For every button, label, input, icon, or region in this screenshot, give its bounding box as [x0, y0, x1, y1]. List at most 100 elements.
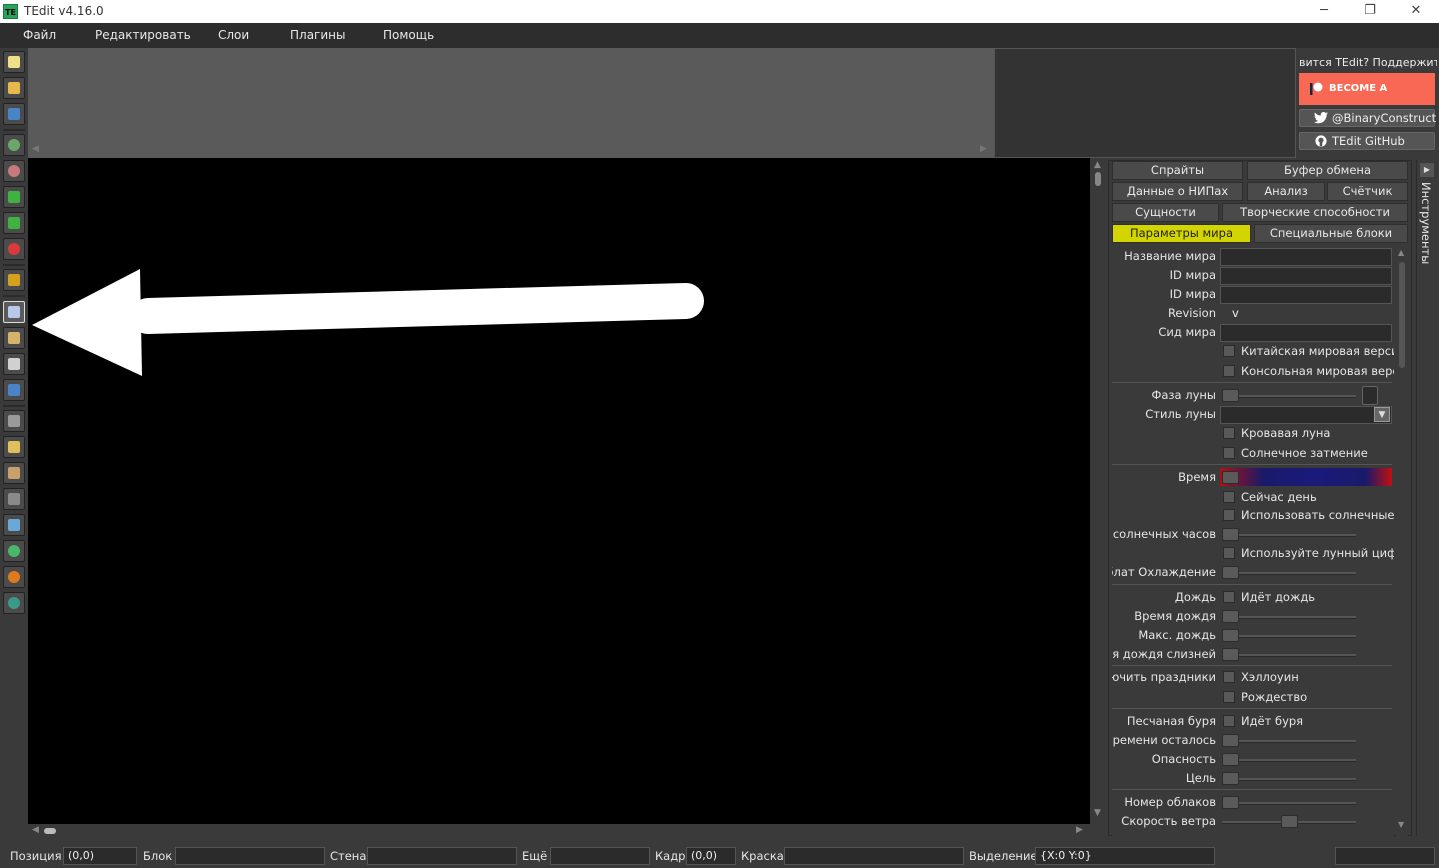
console-checkbox[interactable] [1223, 365, 1235, 377]
paste-button[interactable] [3, 327, 25, 349]
menu-plugins[interactable]: Плагины [290, 28, 345, 42]
menu-help[interactable]: Помощь [383, 28, 434, 42]
clouds-slider[interactable] [1222, 802, 1356, 805]
halloween-checkbox[interactable] [1223, 671, 1235, 683]
zoom-in-button[interactable] [3, 134, 25, 156]
tab-clipboard[interactable]: Буфер обмена [1247, 161, 1408, 180]
sprite-tool-button[interactable] [3, 566, 25, 588]
world-id2-field[interactable] [1220, 286, 1392, 304]
scroll-left-icon[interactable]: ◀ [32, 144, 39, 154]
canvas-horizontal-scrollbar[interactable]: ◀ ▶ [28, 824, 1090, 838]
slime-rain-slider[interactable] [1222, 654, 1356, 657]
time-left-slider[interactable] [1222, 740, 1356, 743]
max-rain-slider[interactable] [1222, 635, 1356, 638]
wind-thumb[interactable] [1281, 815, 1298, 828]
tab-sprites[interactable]: Спрайты [1112, 161, 1243, 180]
tab-analysis[interactable]: Анализ [1247, 182, 1325, 201]
morph-tool-button[interactable] [3, 540, 25, 562]
pencil-tool-button[interactable] [3, 436, 25, 458]
minimap[interactable] [994, 48, 1296, 158]
use-moondial-checkbox[interactable] [1223, 547, 1235, 559]
new-world-button[interactable] [3, 51, 25, 73]
selection-tool-button[interactable] [3, 379, 25, 401]
time-thumb[interactable] [1222, 471, 1239, 484]
scroll-right-icon[interactable]: ▶ [1076, 825, 1083, 835]
world-canvas[interactable] [28, 158, 1090, 824]
tab-world-properties[interactable]: Параметры мира [1112, 224, 1251, 243]
horizontal-scroll-thumb[interactable] [44, 828, 56, 834]
moon-phase-thumb[interactable] [1222, 389, 1239, 402]
eclipse-checkbox[interactable] [1223, 447, 1235, 459]
menu-layers[interactable]: Слои [218, 28, 249, 42]
blood-moon-checkbox[interactable] [1223, 427, 1235, 439]
clouds-thumb[interactable] [1222, 796, 1239, 809]
tab-counter[interactable]: Счётчик [1327, 182, 1408, 201]
patron-button[interactable]: BECOME A PATRON [1299, 73, 1435, 126]
chinese-checkbox[interactable] [1223, 345, 1235, 357]
rain-time-thumb[interactable] [1222, 610, 1239, 623]
scroll-up-icon[interactable]: ▲ [1398, 248, 1404, 257]
picker-tool-button[interactable] [3, 410, 25, 432]
tab-creative-powers[interactable]: Творческие способности [1222, 203, 1408, 222]
github-button[interactable]: TEdit GitHub [1299, 132, 1435, 150]
time-gradient-slider[interactable] [1220, 468, 1392, 486]
copy-button[interactable] [3, 301, 25, 323]
scroll-down-icon[interactable]: ▼ [1398, 820, 1404, 829]
sundial-hours-slider[interactable] [1222, 534, 1356, 537]
christmas-checkbox[interactable] [1223, 691, 1235, 703]
seed-field[interactable] [1220, 324, 1392, 342]
scroll-up-icon[interactable]: ▲ [1094, 160, 1101, 170]
zoom-out-button[interactable] [3, 160, 25, 182]
raining-checkbox[interactable] [1223, 591, 1235, 603]
menu-file[interactable]: Файл [23, 28, 56, 42]
delete-button[interactable] [3, 238, 25, 260]
sundial-hours-thumb[interactable] [1222, 528, 1239, 541]
time-left-thumb[interactable] [1222, 734, 1239, 747]
scroll-left-icon[interactable]: ◀ [32, 825, 39, 835]
brush-tool-button[interactable] [3, 462, 25, 484]
maximize-button[interactable]: ❐ [1347, 0, 1393, 23]
use-sundial-checkbox[interactable] [1223, 509, 1235, 521]
chevron-down-icon[interactable]: ▼ [1374, 407, 1390, 422]
open-world-button[interactable] [3, 77, 25, 99]
redo-button[interactable] [3, 212, 25, 234]
properties-scrollbar[interactable]: ▲ ▼ [1396, 246, 1408, 836]
world-name-field[interactable] [1220, 248, 1392, 266]
day-label: Сейчас день [1241, 490, 1317, 504]
minimize-button[interactable]: ─ [1301, 0, 1347, 23]
tab-entities[interactable]: Сущности [1112, 203, 1219, 222]
target-thumb[interactable] [1222, 772, 1239, 785]
expand-arrow-icon[interactable]: ▶ [1420, 163, 1434, 177]
cooldown-slider[interactable] [1222, 572, 1356, 575]
vertical-scroll-thumb[interactable] [1095, 172, 1101, 186]
world-id-field[interactable] [1220, 267, 1392, 285]
close-button[interactable]: ✕ [1393, 0, 1439, 23]
hammer-tool-button[interactable] [3, 488, 25, 510]
undo-button[interactable] [3, 186, 25, 208]
cooldown-thumb[interactable] [1222, 566, 1239, 579]
rain-time-slider[interactable] [1222, 616, 1356, 619]
severity-slider[interactable] [1222, 759, 1356, 762]
max-rain-thumb[interactable] [1222, 629, 1239, 642]
fill-tool-button[interactable] [3, 514, 25, 536]
storming-checkbox[interactable] [1223, 715, 1235, 727]
twitter-button[interactable]: @BinaryConstruct [1299, 109, 1436, 127]
severity-thumb[interactable] [1222, 753, 1239, 766]
tools-side-tab[interactable]: ▶ Инструменты [1416, 160, 1436, 836]
world-tool-button[interactable] [3, 592, 25, 614]
scroll-right-icon[interactable]: ▶ [980, 144, 987, 154]
canvas-vertical-scrollbar[interactable]: ▲ ▼ [1090, 158, 1106, 824]
tab-special-tiles[interactable]: Специальные блоки [1254, 224, 1408, 243]
tab-npc-data[interactable]: Данные о НИПах [1112, 182, 1243, 201]
target-slider[interactable] [1222, 778, 1356, 781]
crop-button[interactable] [3, 269, 25, 291]
moon-phase-slider[interactable] [1222, 395, 1356, 398]
scroll-down-icon[interactable]: ▼ [1094, 808, 1101, 818]
moon-style-dropdown[interactable] [1220, 406, 1392, 424]
slime-rain-thumb[interactable] [1222, 648, 1239, 661]
day-checkbox[interactable] [1223, 491, 1235, 503]
arrow-tool-button[interactable] [3, 353, 25, 375]
properties-scroll-thumb[interactable] [1399, 262, 1405, 368]
save-world-button[interactable] [3, 103, 25, 125]
menu-edit[interactable]: Редактировать [95, 28, 191, 42]
